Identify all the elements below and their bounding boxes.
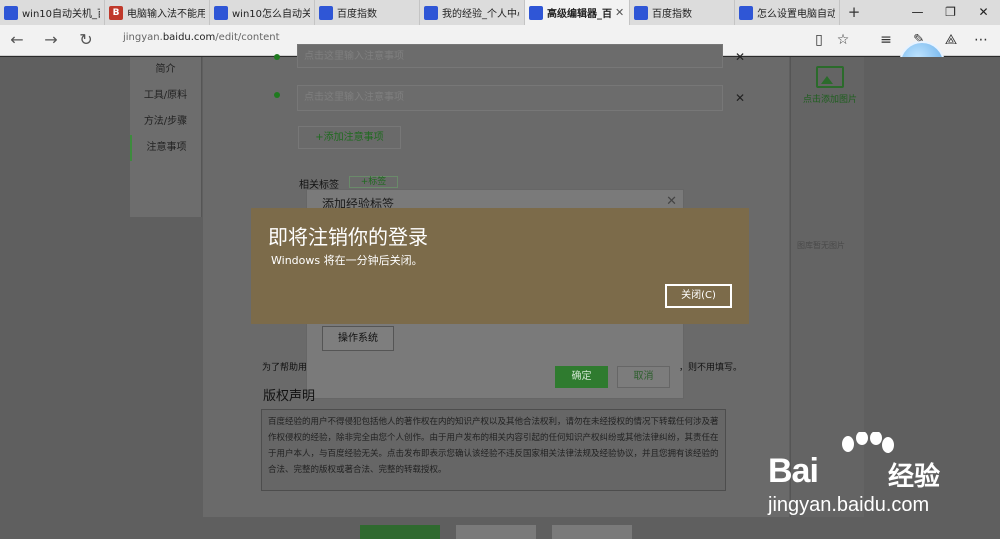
help-text: 为了帮助用 [262, 363, 308, 373]
tab-title: 怎么设置电脑自动 [757, 9, 835, 20]
section-nav: 简介 工具/原料 方法/步骤 注意事项 [130, 57, 202, 217]
note-input[interactable]: 点击这里输入注意事项 [297, 44, 723, 68]
add-note-button[interactable]: +添加注意事项 [298, 126, 401, 149]
browser-tab[interactable]: win10怎么自动关 [210, 0, 315, 25]
baidu-paw-icon [739, 5, 753, 20]
browser-tab[interactable]: B 电脑输入法不能用 [105, 0, 210, 25]
watermark-site: jingyan.baidu.com [768, 494, 930, 516]
nav-item-tools[interactable]: 工具/原料 [130, 83, 201, 109]
baidu-jingyan-watermark: Bai 经验 jingyan.baidu.com [768, 432, 998, 532]
red-b-icon: B [109, 5, 123, 20]
nav-item-notes[interactable]: 注意事项 [130, 135, 201, 161]
nav-item-intro[interactable]: 简介 [130, 57, 201, 83]
baidu-paw-icon [529, 5, 543, 20]
tab-title: 百度指数 [652, 9, 692, 20]
baidu-paw-icon [4, 5, 18, 20]
save-draft-button[interactable] [552, 525, 632, 539]
restore-icon[interactable]: ❐ [934, 0, 967, 25]
window-controls: — ❐ ✕ [901, 0, 1000, 25]
note-input[interactable]: 点击这里输入注意事项 [297, 85, 723, 111]
reading-view-icon[interactable]: ▯ [808, 30, 830, 50]
bullet-dot [274, 92, 280, 98]
tab-bar: win10自动关机_百 B 电脑输入法不能用 win10怎么自动关 百度指数 我… [0, 0, 1000, 25]
confirm-button[interactable]: 确定 [555, 366, 608, 388]
no-image-text: 图库暂无图片 [797, 241, 845, 250]
browser-tab[interactable]: 怎么设置电脑自动 [735, 0, 840, 25]
favorite-star-icon[interactable]: ☆ [832, 30, 854, 50]
alert-title: 即将注销你的登录 [268, 225, 428, 249]
image-icon [816, 66, 844, 88]
browser-tab[interactable]: 百度指数 [630, 0, 735, 25]
copyright-heading: 版权声明 [263, 389, 316, 404]
browser-tab-active[interactable]: 高级编辑器_百 ✕ [525, 0, 630, 25]
tab-title: win10自动关机_百 [22, 9, 100, 20]
baidu-paw-icon [634, 5, 648, 20]
signout-alert: 即将注销你的登录 Windows 将在一分钟后关闭。 关闭(C) [251, 208, 749, 324]
share-icon[interactable]: ⟁ [940, 30, 962, 50]
add-tag-button[interactable]: +标签 [349, 176, 398, 188]
publish-button[interactable] [360, 525, 440, 539]
tab-close-icon[interactable]: ✕ [615, 6, 625, 19]
refresh-icon[interactable]: ↻ [73, 29, 99, 51]
delete-note-icon[interactable]: ✕ [735, 91, 745, 105]
minimize-icon[interactable]: — [901, 0, 934, 25]
back-arrow-icon[interactable]: ← [4, 29, 30, 51]
bullet-dot [274, 54, 280, 60]
tab-title: 电脑输入法不能用 [127, 9, 205, 20]
tag-dialog-close-icon[interactable]: ✕ [666, 194, 677, 209]
forward-arrow-icon[interactable]: → [38, 29, 64, 51]
url-path: /edit/content [215, 32, 280, 43]
new-tab-button[interactable]: + [840, 0, 868, 25]
delete-note-icon[interactable]: ✕ [735, 50, 745, 64]
watermark-brand: Bai [768, 452, 819, 490]
baidu-paw-icon [424, 5, 438, 20]
hub-menu-icon[interactable]: ≡ [875, 30, 897, 50]
alert-message: Windows 将在一分钟后关闭。 [271, 254, 423, 267]
tab-title: 百度指数 [337, 9, 377, 20]
browser-tab[interactable]: win10自动关机_百 [0, 0, 105, 25]
cancel-button[interactable]: 取消 [617, 366, 670, 388]
tab-title: 我的经验_个人中心 [442, 9, 520, 20]
tag-chip[interactable]: 操作系统 [322, 326, 394, 351]
url-field[interactable]: jingyan.baidu.com/edit/content [123, 32, 280, 43]
browser-tab[interactable]: 我的经验_个人中心 [420, 0, 525, 25]
more-icon[interactable]: ⋯ [970, 30, 992, 50]
url-prefix: jingyan. [123, 32, 163, 43]
help-text-tail: ，则不用填写。 [679, 363, 743, 373]
alert-close-button[interactable]: 关闭(C) [665, 284, 732, 308]
preview-button[interactable] [456, 525, 536, 539]
browser-tab[interactable]: 百度指数 [315, 0, 420, 25]
add-image-label: 点击添加图片 [802, 95, 857, 105]
add-image-button[interactable]: 点击添加图片 [800, 66, 860, 105]
baidu-paw-icon [214, 5, 228, 20]
nav-item-steps[interactable]: 方法/步骤 [130, 109, 201, 135]
tab-title: win10怎么自动关 [232, 9, 310, 20]
baidu-paw-icon [319, 5, 333, 20]
url-domain: baidu.com [162, 32, 216, 43]
copyright-text: 百度经验的用户不得侵犯包括他人的著作权在内的知识产权以及其他合法权利，请勿在未经… [261, 409, 726, 491]
close-window-icon[interactable]: ✕ [967, 0, 1000, 25]
watermark-brand-cn: 经验 [888, 462, 941, 492]
tab-title: 高级编辑器_百 [547, 9, 612, 20]
